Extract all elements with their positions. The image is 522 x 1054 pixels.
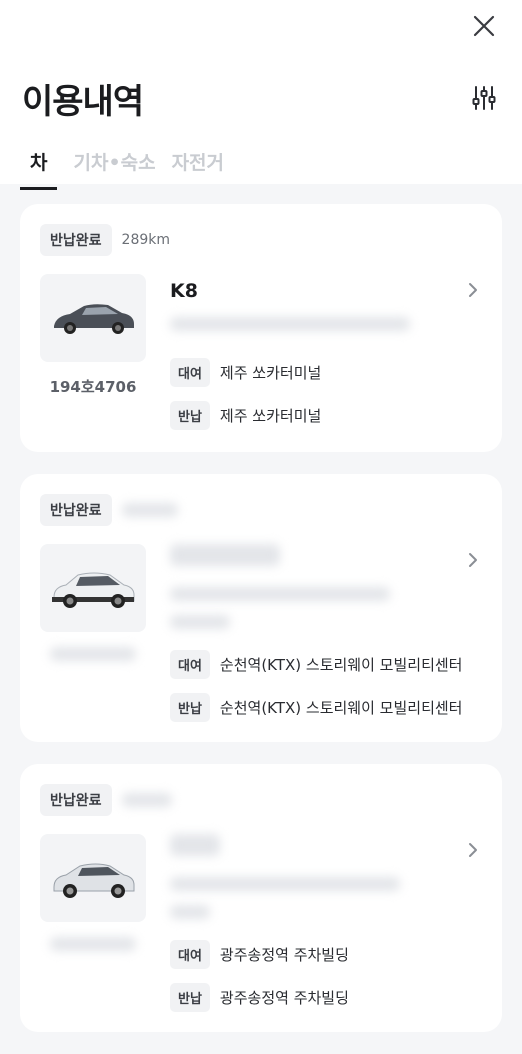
return-row: 반납 광주송정역 주차빌딩 <box>170 983 482 1012</box>
close-icon <box>473 15 495 37</box>
rent-row: 대여 광주송정역 주차빌딩 <box>170 940 482 969</box>
header: 이용내역 차 기차•숙소 자전거 <box>0 0 522 190</box>
license-plate: 194호4706 <box>49 378 137 396</box>
return-row: 반납 순천역(KTX) 스토리웨이 모빌리티센터 <box>170 693 482 722</box>
blurred-car-name <box>170 834 220 856</box>
tab-car[interactable]: 차 <box>20 144 58 190</box>
rent-row: 대여 순천역(KTX) 스토리웨이 모빌리티센터 <box>170 650 482 679</box>
chevron-right-icon[interactable] <box>468 552 478 568</box>
close-button[interactable] <box>468 10 500 42</box>
blurred-info <box>170 905 210 919</box>
car-image <box>40 274 146 362</box>
page-title: 이용내역 <box>22 82 144 122</box>
return-location: 광주송정역 주차빌딩 <box>219 989 349 1007</box>
chevron-right-icon[interactable] <box>468 842 478 858</box>
tab-train-lodging[interactable]: 기차•숙소 <box>73 144 155 190</box>
rent-tag: 대여 <box>170 940 210 969</box>
rent-location: 제주 쏘카터미널 <box>219 364 322 382</box>
status-badge: 반납완료 <box>40 224 112 256</box>
history-card[interactable]: 반납완료 <box>20 474 502 742</box>
tab-bicycle[interactable]: 자전거 <box>172 144 224 190</box>
car-name: K8 <box>170 280 198 302</box>
tab-bar: 차 기차•숙소 자전거 <box>20 144 224 190</box>
blurred-distance <box>121 503 178 517</box>
rent-location: 순천역(KTX) 스토리웨이 모빌리티센터 <box>219 656 463 674</box>
blurred-distance <box>121 793 172 807</box>
filter-button[interactable] <box>470 84 498 112</box>
return-row: 반납 제주 쏘카터미널 <box>170 401 482 430</box>
history-card[interactable]: 반납완료 289km 194호4706 K8 대여 제주 쏘카터미널 반납 제주… <box>20 204 502 452</box>
chevron-right-icon[interactable] <box>468 282 478 298</box>
distance-text: 289km <box>121 232 170 248</box>
rent-tag: 대여 <box>170 650 210 679</box>
status-badge: 반납완료 <box>40 494 112 526</box>
return-tag: 반납 <box>170 693 210 722</box>
blurred-info <box>170 615 230 629</box>
car-image <box>40 544 146 632</box>
rent-row: 대여 제주 쏘카터미널 <box>170 358 482 387</box>
return-tag: 반납 <box>170 401 210 430</box>
blurred-plate <box>50 647 136 661</box>
status-badge: 반납완료 <box>40 784 112 816</box>
car-image <box>40 834 146 922</box>
rent-location: 광주송정역 주차빌딩 <box>219 946 349 964</box>
return-location: 제주 쏘카터미널 <box>219 407 322 425</box>
blurred-info <box>170 317 410 331</box>
return-tag: 반납 <box>170 983 210 1012</box>
blurred-info <box>170 877 400 891</box>
blurred-plate <box>50 937 136 951</box>
filter-sliders-icon <box>472 86 496 110</box>
blurred-info <box>170 587 390 601</box>
rent-tag: 대여 <box>170 358 210 387</box>
blurred-car-name <box>170 544 280 566</box>
history-card[interactable]: 반납완료 <box>20 764 502 1032</box>
history-list: 반납완료 289km 194호4706 K8 대여 제주 쏘카터미널 반납 제주… <box>20 204 502 1054</box>
return-location: 순천역(KTX) 스토리웨이 모빌리티센터 <box>219 699 463 717</box>
